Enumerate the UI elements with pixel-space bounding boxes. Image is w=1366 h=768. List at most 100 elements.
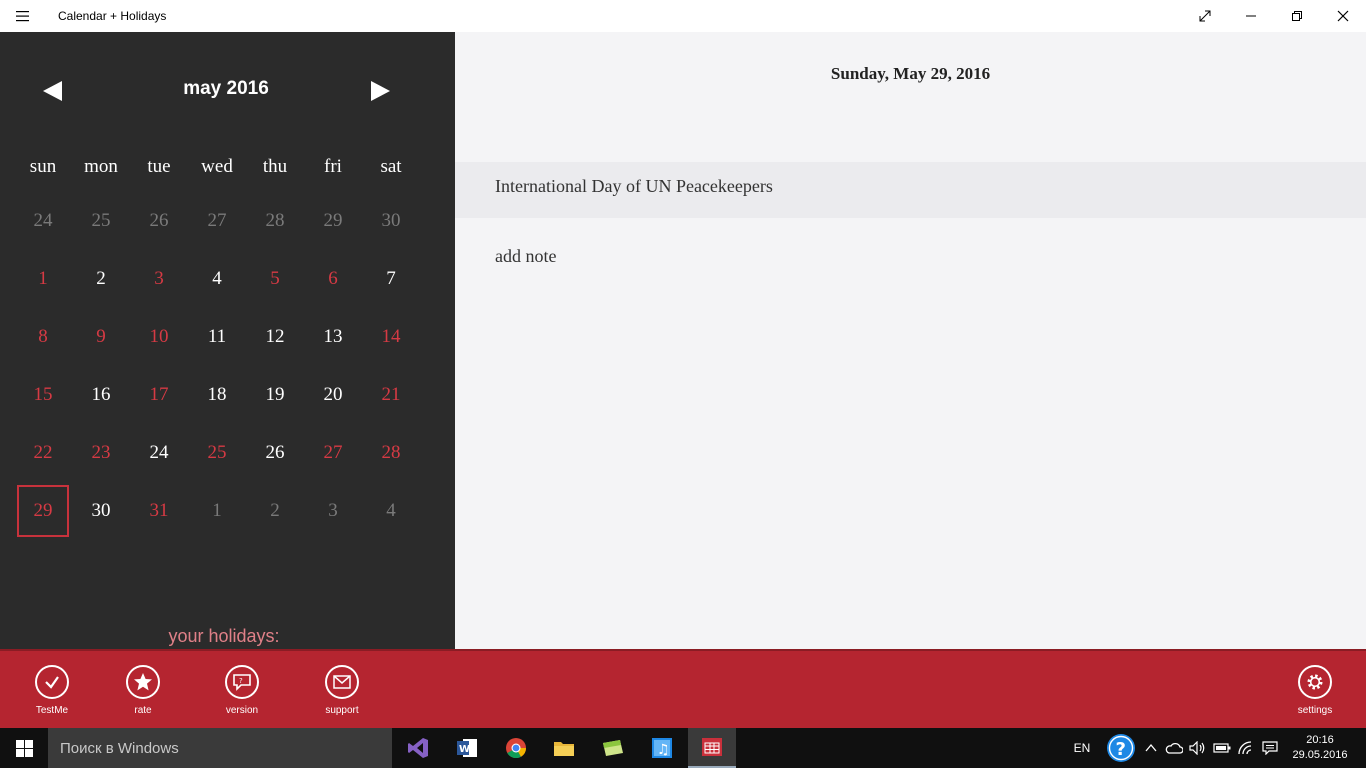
month-header: may 2016 — [0, 76, 455, 106]
holiday-list-item[interactable]: International Day of UN Peacekeepers — [455, 162, 1366, 218]
calendar-holidays-taskbar-icon[interactable] — [688, 728, 736, 768]
calendar-day[interactable]: 13 — [304, 308, 362, 366]
calendar-day[interactable]: 30 — [362, 192, 420, 250]
selected-date-title: Sunday, May 29, 2016 — [830, 64, 991, 83]
calendar-day[interactable]: 3 — [130, 250, 188, 308]
system-tray: EN ? 20:16 29.05.2016 — [1062, 728, 1366, 768]
taskbar-search-box[interactable]: Поиск в Windows — [48, 728, 392, 768]
close-icon — [1337, 10, 1349, 22]
testme-label: TestMe — [35, 705, 69, 716]
holiday-name: International Day of UN Peacekeepers — [495, 176, 773, 196]
calendar-day[interactable]: 17 — [130, 366, 188, 424]
weekday-label: sun — [29, 156, 57, 177]
restore-button[interactable] — [1274, 0, 1320, 32]
calendar-day[interactable]: 26 — [246, 424, 304, 482]
svg-text:?: ? — [1116, 739, 1126, 760]
weekday-label: wed — [201, 156, 233, 177]
weekday-header: sun mon tue wed thu fri sat — [14, 156, 420, 178]
calendar-day[interactable]: 25 — [72, 192, 130, 250]
battery-icon — [1213, 743, 1231, 753]
calendar-day[interactable]: 23 — [72, 424, 130, 482]
start-button[interactable] — [0, 728, 48, 768]
calendar-day[interactable]: 9 — [72, 308, 130, 366]
calendar-day[interactable]: 29 — [304, 192, 362, 250]
calendar-day[interactable]: 1 — [14, 250, 72, 308]
onedrive-tray-icon[interactable] — [1162, 728, 1186, 768]
show-hidden-icons-button[interactable] — [1140, 728, 1162, 768]
rate-button[interactable]: rate — [103, 665, 183, 716]
clock-date: 29.05.2016 — [1292, 749, 1348, 761]
windows-logo-icon — [15, 739, 33, 757]
calendar-day[interactable]: 14 — [362, 308, 420, 366]
calendar-day[interactable]: 15 — [14, 366, 72, 424]
chrome-taskbar-icon[interactable] — [492, 728, 540, 768]
calendar-day[interactable]: 2 — [246, 482, 304, 540]
calendar-day[interactable]: 11 — [188, 308, 246, 366]
calendar-day[interactable]: 27 — [304, 424, 362, 482]
testme-button[interactable]: TestMe — [12, 665, 92, 716]
input-language-indicator[interactable]: EN — [1062, 728, 1102, 768]
notification-icon — [1262, 741, 1278, 755]
photos-taskbar-icon[interactable] — [589, 728, 637, 768]
file-explorer-taskbar-icon[interactable] — [540, 728, 588, 768]
version-button[interactable]: ? version — [202, 665, 282, 716]
minimize-button[interactable] — [1228, 0, 1274, 32]
calendar-day[interactable]: 25 — [188, 424, 246, 482]
visual-studio-taskbar-icon[interactable] — [394, 728, 442, 768]
calendar-day[interactable]: 24 — [14, 192, 72, 250]
music-app-taskbar-icon[interactable]: ♫ — [638, 728, 686, 768]
calendar-day[interactable]: 28 — [246, 192, 304, 250]
window-controls — [1182, 0, 1366, 32]
calendar-day[interactable]: 8 — [14, 308, 72, 366]
calendar-day[interactable]: 31 — [130, 482, 188, 540]
detail-pane: Sunday, May 29, 2016 International Day o… — [455, 32, 1366, 649]
add-note-button[interactable]: add note — [495, 246, 556, 267]
app-title: Calendar + Holidays — [58, 9, 167, 23]
help-tray-button[interactable]: ? — [1102, 728, 1140, 768]
calendar-day[interactable]: 30 — [72, 482, 130, 540]
calendar-day[interactable]: 22 — [14, 424, 72, 482]
calendar-day[interactable]: 21 — [362, 366, 420, 424]
calendar-day[interactable]: 26 — [130, 192, 188, 250]
calendar-day[interactable]: 6 — [304, 250, 362, 308]
settings-button[interactable]: settings — [1275, 665, 1355, 716]
calendar-day[interactable]: 28 — [362, 424, 420, 482]
calendar-day[interactable]: 10 — [130, 308, 188, 366]
calendar-day[interactable]: 5 — [246, 250, 304, 308]
action-center-button[interactable] — [1258, 728, 1282, 768]
calendar-day[interactable]: 4 — [362, 482, 420, 540]
check-icon — [35, 665, 69, 699]
calendar-day[interactable]: 18 — [188, 366, 246, 424]
chevron-up-icon — [1145, 743, 1157, 752]
calendar-day[interactable]: 4 — [188, 250, 246, 308]
version-label: version — [225, 705, 259, 716]
calendar-day[interactable]: 3 — [304, 482, 362, 540]
mail-icon — [325, 665, 359, 699]
volume-tray-button[interactable] — [1186, 728, 1210, 768]
fullscreen-button[interactable] — [1182, 0, 1228, 32]
calendar-day[interactable]: 24 — [130, 424, 188, 482]
battery-tray-button[interactable] — [1210, 728, 1234, 768]
calendar-day[interactable]: 1 — [188, 482, 246, 540]
calendar-day[interactable]: 12 — [246, 308, 304, 366]
weekday-label: sat — [380, 156, 402, 177]
calendar-day[interactable]: 2 — [72, 250, 130, 308]
calendar-day[interactable]: 27 — [188, 192, 246, 250]
next-month-button[interactable] — [369, 80, 393, 104]
calendar-week-row: 22 23 24 25 26 27 28 — [14, 424, 420, 482]
close-button[interactable] — [1320, 0, 1366, 32]
network-tray-button[interactable] — [1234, 728, 1258, 768]
hamburger-menu-button[interactable] — [0, 0, 46, 32]
word-taskbar-icon[interactable]: W — [443, 728, 491, 768]
wifi-icon — [1238, 741, 1252, 755]
expand-icon — [1199, 10, 1211, 22]
support-button[interactable]: support — [302, 665, 382, 716]
hamburger-icon — [16, 11, 29, 22]
calendar-day[interactable]: 16 — [72, 366, 130, 424]
calendar-day-selected[interactable]: 29 — [17, 485, 69, 537]
calendar-day[interactable]: 20 — [304, 366, 362, 424]
taskbar-clock[interactable]: 20:16 29.05.2016 — [1282, 728, 1358, 768]
calendar-day[interactable]: 19 — [246, 366, 304, 424]
calendar-day[interactable]: 7 — [362, 250, 420, 308]
show-desktop-button[interactable] — [1358, 728, 1366, 768]
